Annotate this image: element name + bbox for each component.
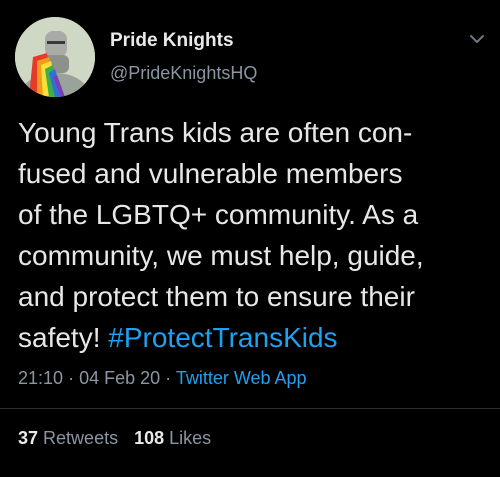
- tweet-line: Young Trans kids are often con-: [18, 117, 413, 148]
- author-name[interactable]: Pride Knights: [110, 30, 234, 52]
- source-app-link[interactable]: Twitter Web App: [176, 368, 307, 388]
- tweet-line-last: safety! #ProtectTransKids: [18, 317, 488, 358]
- tweet-line-text: safety!: [18, 322, 109, 353]
- tweet-time[interactable]: 21:10: [18, 368, 63, 388]
- knight-avatar-icon: [15, 17, 95, 97]
- tweet-line: community, we must help, guide,: [18, 240, 424, 271]
- meta-separator: ·: [165, 368, 172, 388]
- meta-separator: ·: [68, 368, 75, 388]
- tweet-text: Young Trans kids are often con- fused an…: [18, 112, 488, 358]
- avatar[interactable]: [15, 17, 95, 97]
- tweet-card: Pride Knights @PrideKnightsHQ Young Tran…: [0, 0, 500, 477]
- chevron-down-icon[interactable]: [466, 28, 488, 50]
- divider: [0, 408, 500, 409]
- retweets-label: Retweets: [43, 428, 119, 448]
- retweets-stat[interactable]: 37 Retweets: [18, 428, 118, 448]
- hashtag-link[interactable]: #ProtectTransKids: [108, 322, 337, 353]
- tweet-line: of the LGBTQ+ community. As a: [18, 199, 419, 230]
- tweet-date[interactable]: 04 Feb 20: [79, 368, 160, 388]
- likes-stat[interactable]: 108 Likes: [134, 428, 211, 448]
- tweet-meta: 21:10 · 04 Feb 20 · Twitter Web App: [18, 368, 307, 389]
- engagement-stats: 37 Retweets 108 Likes: [18, 428, 211, 449]
- retweets-count: 37: [18, 428, 39, 448]
- tweet-line: and protect them to ensure their: [18, 281, 415, 312]
- likes-label: Likes: [169, 428, 212, 448]
- likes-count: 108: [134, 428, 165, 448]
- tweet-line: fused and vulnerable members: [18, 158, 403, 189]
- author-handle[interactable]: @PrideKnightsHQ: [110, 63, 257, 84]
